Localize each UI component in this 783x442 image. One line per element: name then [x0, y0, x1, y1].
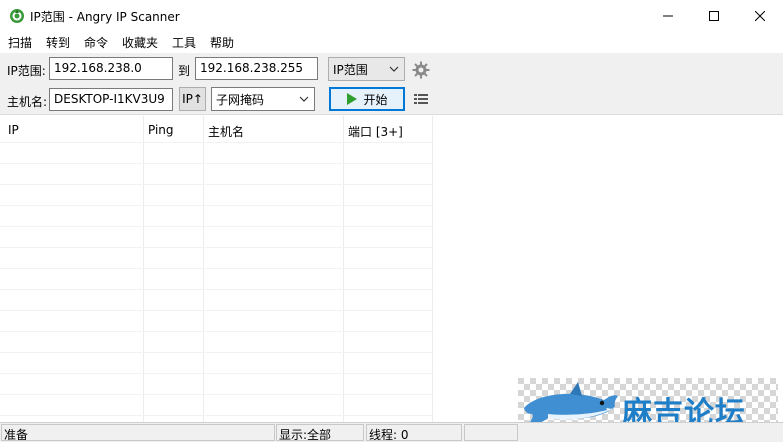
- maximize-button[interactable]: [691, 0, 737, 31]
- status-state: 准备: [1, 424, 275, 441]
- row-divider: [0, 142, 433, 143]
- results-table[interactable]: IP Ping 主机名 端口 [3+]: [0, 116, 783, 422]
- close-icon: [755, 10, 765, 21]
- status-threads: 线程: 0: [366, 424, 462, 441]
- ip-up-button[interactable]: IP↑: [179, 87, 206, 111]
- column-header-ports[interactable]: 端口 [3+]: [340, 116, 403, 140]
- app-logo-icon: [10, 9, 24, 23]
- row-divider: [0, 415, 433, 416]
- netmask-select-value: 子网掩码: [216, 93, 265, 107]
- menu-tools[interactable]: 工具: [172, 34, 196, 51]
- minimize-icon: [663, 15, 673, 16]
- maximize-icon: [709, 10, 719, 21]
- row-divider: [0, 352, 433, 353]
- hostname-label: 主机名:: [7, 95, 48, 109]
- status-display: 显示:全部: [276, 424, 364, 441]
- menu-bar: 扫描 转到 命令 收藏夹 工具 帮助: [0, 31, 783, 53]
- menu-commands[interactable]: 命令: [84, 34, 108, 51]
- chevron-down-icon: [299, 96, 309, 102]
- row-divider: [0, 268, 433, 269]
- menu-scan[interactable]: 扫描: [8, 34, 32, 51]
- column-header-ip[interactable]: IP: [0, 116, 19, 140]
- window-title: IP范围 - Angry IP Scanner: [30, 10, 180, 24]
- row-divider: [0, 310, 433, 311]
- play-icon: [347, 93, 358, 105]
- status-progress: [464, 424, 518, 441]
- row-divider: [0, 163, 433, 164]
- feeder-select-value: IP范围: [333, 63, 368, 77]
- row-divider: [0, 331, 433, 332]
- feeder-select[interactable]: IP范围: [328, 57, 405, 81]
- start-button[interactable]: 开始: [329, 87, 405, 111]
- column-header-ping[interactable]: Ping: [140, 116, 174, 140]
- column-divider: [343, 116, 344, 422]
- row-divider: [0, 394, 433, 395]
- row-divider: [0, 205, 433, 206]
- chevron-down-icon: [389, 66, 399, 72]
- menu-goto[interactable]: 转到: [46, 34, 70, 51]
- column-divider: [432, 116, 433, 422]
- column-divider: [143, 116, 144, 422]
- start-button-label: 开始: [363, 92, 388, 107]
- close-button[interactable]: [737, 0, 783, 31]
- column-divider: [203, 116, 204, 422]
- menu-help[interactable]: 帮助: [210, 34, 234, 51]
- row-divider: [0, 184, 433, 185]
- row-divider: [0, 226, 433, 227]
- row-divider: [0, 247, 433, 248]
- to-label: 到: [178, 64, 191, 78]
- list-view-icon[interactable]: [414, 93, 428, 105]
- minimize-button[interactable]: [645, 0, 691, 31]
- title-bar: IP范围 - Angry IP Scanner: [0, 0, 783, 31]
- ip-range-label: IP范围:: [7, 64, 46, 78]
- netmask-select[interactable]: 子网掩码: [211, 87, 315, 111]
- column-header-hostname[interactable]: 主机名: [200, 116, 244, 140]
- ip-end-field[interactable]: 192.168.238.255: [195, 57, 318, 80]
- ip-start-field[interactable]: 192.168.238.0: [49, 57, 173, 80]
- hostname-field[interactable]: DESKTOP-I1KV3U9: [49, 88, 173, 111]
- row-divider: [0, 373, 433, 374]
- gear-icon[interactable]: [412, 61, 430, 79]
- row-divider: [0, 289, 433, 290]
- menu-favorites[interactable]: 收藏夹: [122, 34, 158, 51]
